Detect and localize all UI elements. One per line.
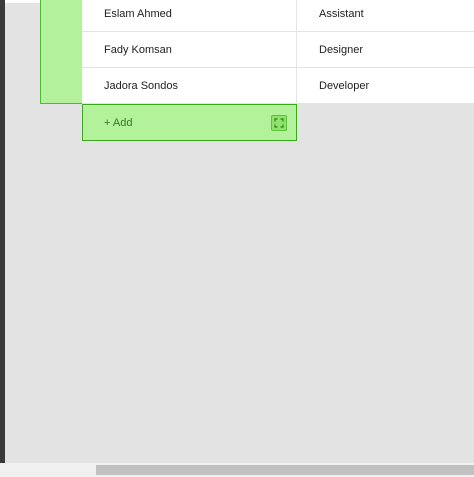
add-row-button[interactable]: + Add	[82, 104, 297, 141]
row-group-selection-column	[40, 0, 82, 104]
role-cell[interactable]: Developer	[297, 68, 474, 103]
role-cell[interactable]: Designer	[297, 32, 474, 67]
table-row[interactable]: Fady Komsan Designer	[82, 32, 474, 68]
name-cell[interactable]: Fady Komsan	[82, 32, 297, 67]
role-cell[interactable]: Assistant	[297, 0, 474, 31]
expand-icon-glyph	[274, 118, 284, 128]
screen: Eslam Ahmed Assistant Fady Komsan Design…	[0, 0, 474, 477]
data-table: Eslam Ahmed Assistant Fady Komsan Design…	[82, 0, 474, 104]
left-edge-bar	[0, 0, 5, 463]
name-cell[interactable]: Jadora Sondos	[82, 68, 297, 103]
table-row[interactable]: Jadora Sondos Developer	[82, 68, 474, 104]
table-row[interactable]: Eslam Ahmed Assistant	[82, 0, 474, 32]
horizontal-scrollbar-thumb[interactable]	[96, 465, 474, 475]
add-row-label: + Add	[104, 116, 133, 129]
expand-icon[interactable]	[271, 115, 287, 131]
name-cell[interactable]: Eslam Ahmed	[82, 0, 297, 31]
